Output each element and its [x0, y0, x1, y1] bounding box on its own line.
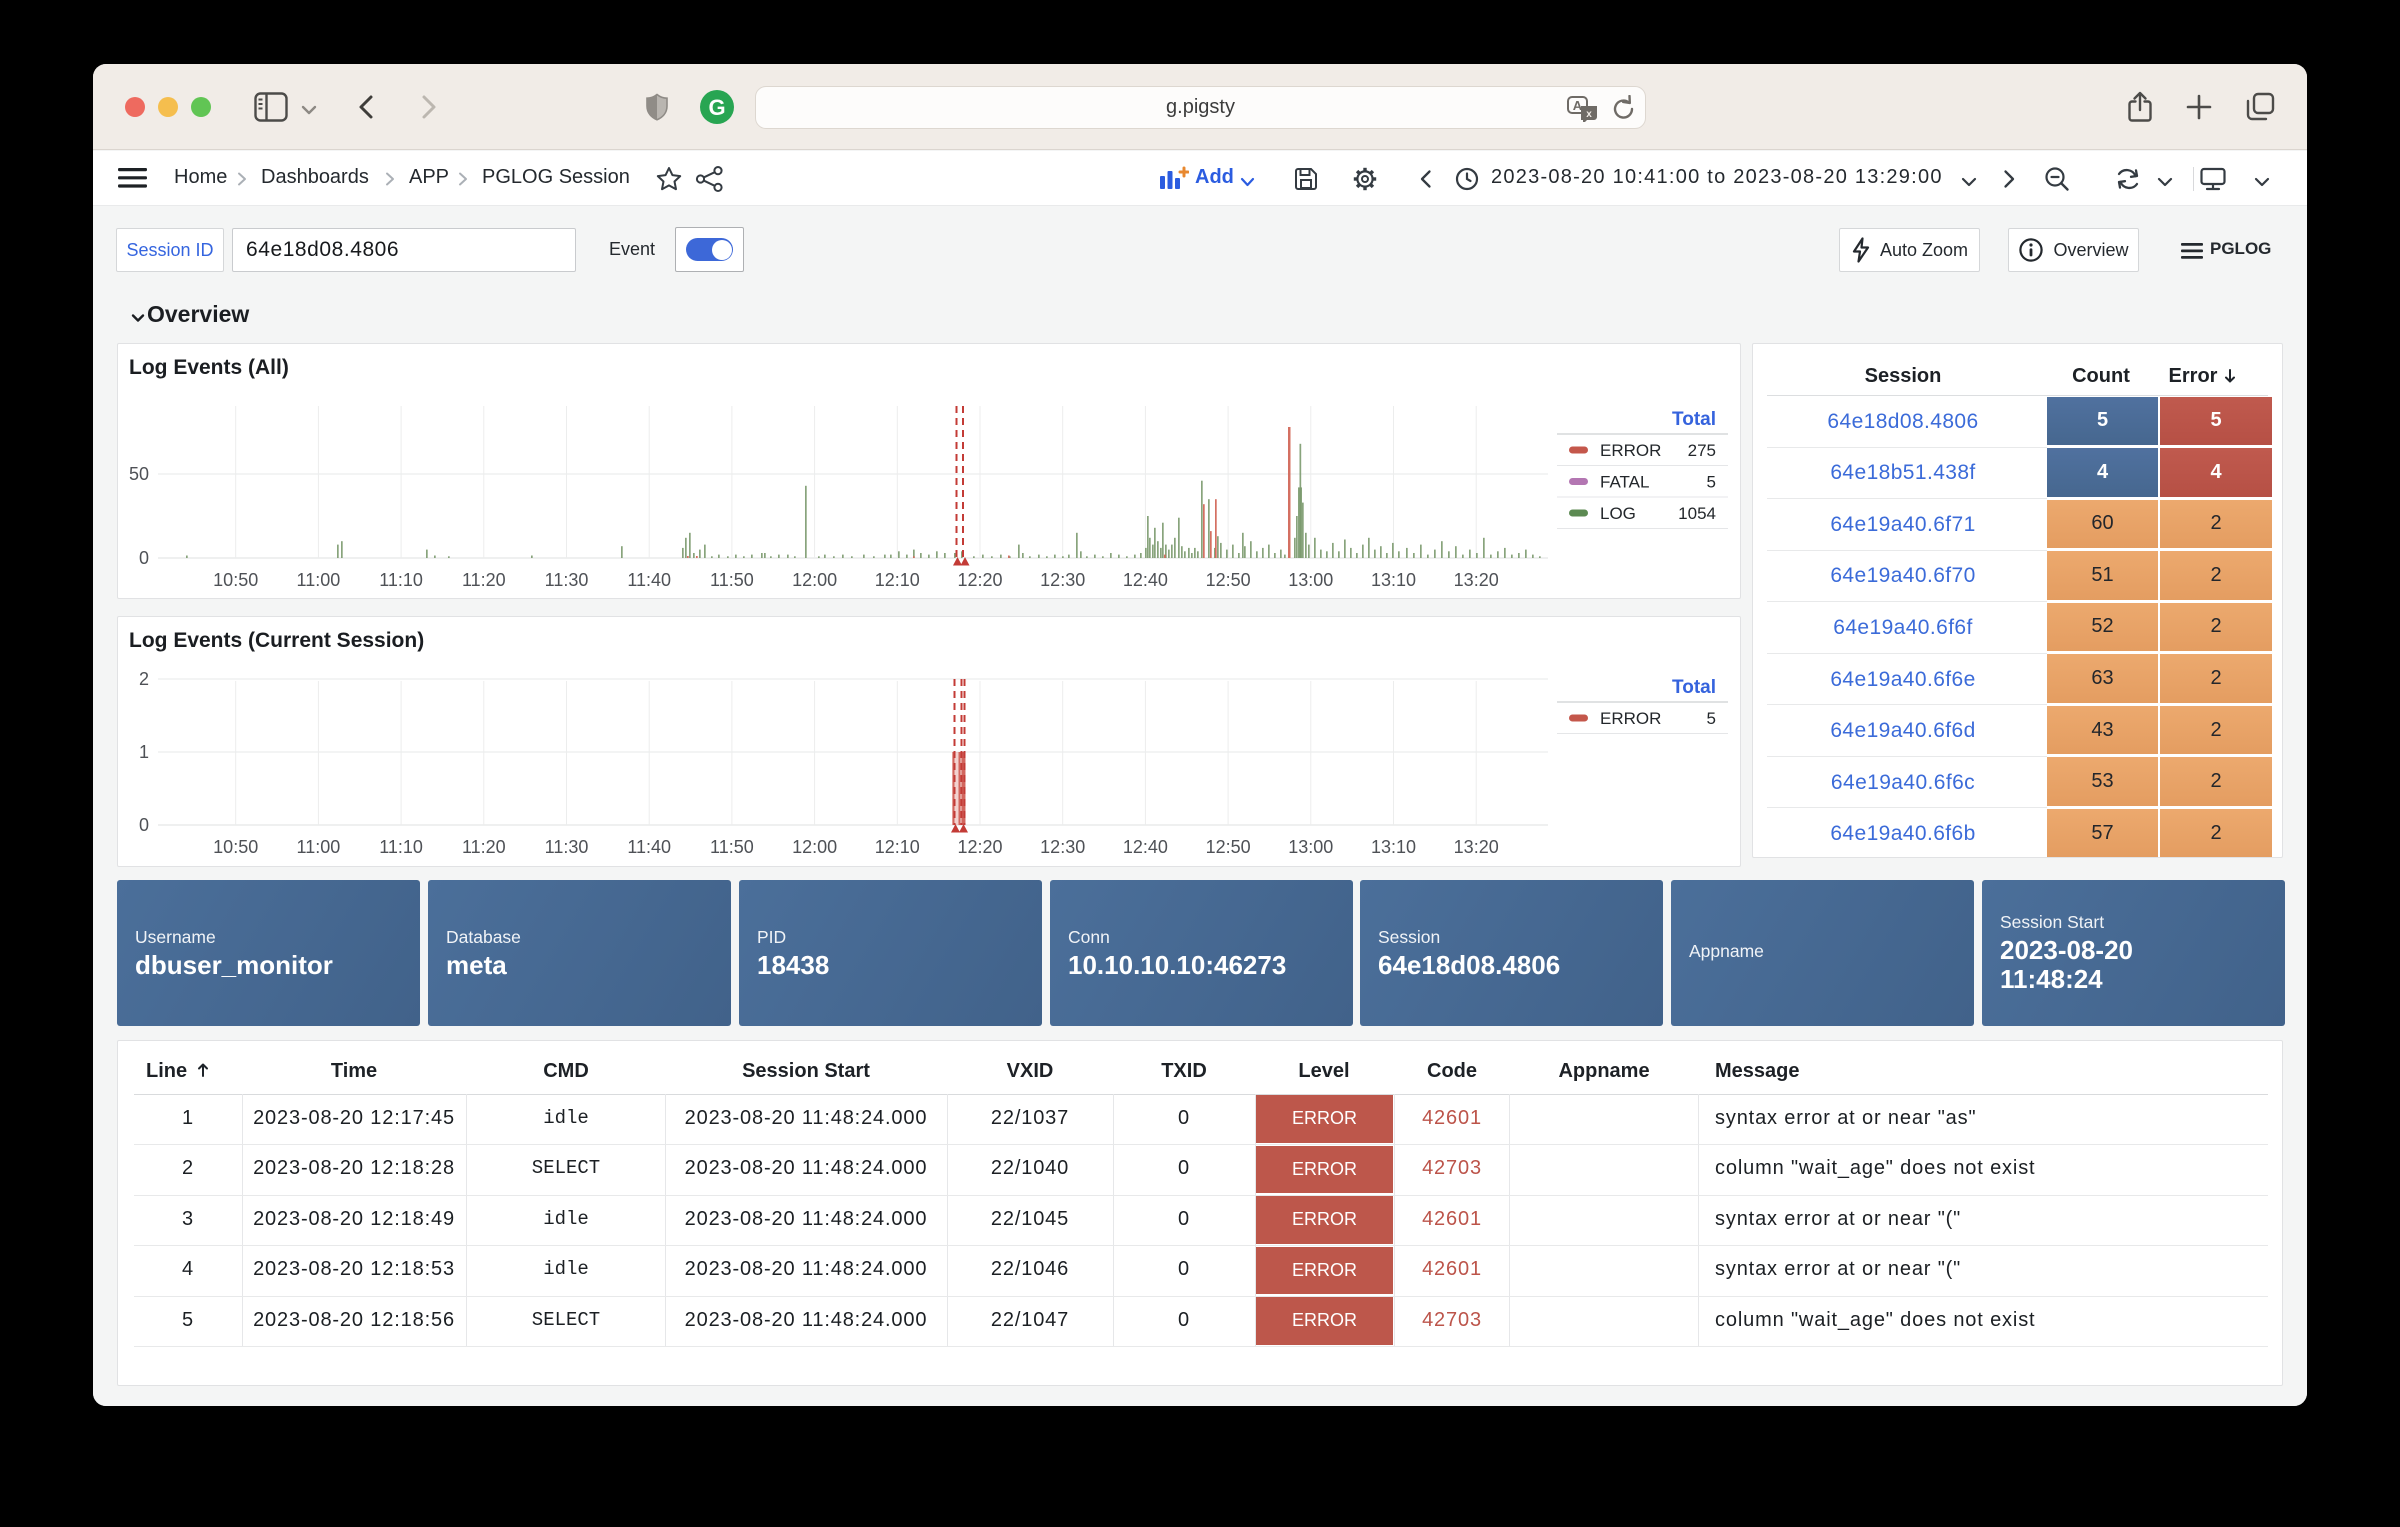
svg-text:13:10: 13:10: [1371, 570, 1416, 590]
svg-text:12:10: 12:10: [875, 837, 920, 857]
svg-text:13:20: 13:20: [1454, 837, 1499, 857]
svg-text:12:20: 12:20: [957, 570, 1002, 590]
svg-text:10:50: 10:50: [213, 570, 258, 590]
svg-text:11:30: 11:30: [545, 570, 589, 590]
svg-text:12:50: 12:50: [1206, 837, 1251, 857]
svg-text:50: 50: [129, 464, 149, 484]
svg-text:12:30: 12:30: [1040, 837, 1085, 857]
svg-text:13:00: 13:00: [1288, 570, 1333, 590]
svg-text:12:40: 12:40: [1123, 837, 1168, 857]
svg-text:ERROR: ERROR: [1600, 441, 1661, 460]
svg-text:FATAL: FATAL: [1600, 473, 1649, 492]
svg-text:1: 1: [139, 742, 149, 762]
svg-text:11:20: 11:20: [462, 837, 506, 857]
svg-text:5: 5: [1707, 709, 1716, 728]
svg-text:12:10: 12:10: [875, 570, 920, 590]
svg-text:12:50: 12:50: [1206, 570, 1251, 590]
svg-text:13:00: 13:00: [1288, 837, 1333, 857]
svg-text:G: G: [708, 95, 725, 120]
svg-text:11:10: 11:10: [379, 837, 423, 857]
svg-text:12:00: 12:00: [792, 570, 837, 590]
svg-text:11:30: 11:30: [545, 837, 589, 857]
svg-text:0: 0: [139, 815, 149, 835]
svg-text:12:20: 12:20: [957, 837, 1002, 857]
svg-text:13:10: 13:10: [1371, 837, 1416, 857]
svg-text:11:00: 11:00: [297, 570, 341, 590]
svg-text:11:50: 11:50: [710, 570, 754, 590]
svg-text:Total: Total: [1672, 409, 1716, 430]
svg-text:11:40: 11:40: [627, 570, 671, 590]
svg-text:11:40: 11:40: [627, 837, 671, 857]
svg-text:11:20: 11:20: [462, 570, 506, 590]
svg-text:10:50: 10:50: [213, 837, 258, 857]
svg-text:Total: Total: [1672, 677, 1716, 698]
svg-text:2: 2: [139, 669, 149, 689]
svg-text:1054: 1054: [1678, 504, 1716, 523]
svg-text:11:00: 11:00: [297, 837, 341, 857]
svg-text:11:10: 11:10: [379, 570, 423, 590]
svg-text:5: 5: [1707, 473, 1716, 492]
svg-text:x: x: [1586, 109, 1592, 120]
svg-text:ERROR: ERROR: [1600, 709, 1661, 728]
svg-text:13:20: 13:20: [1454, 570, 1499, 590]
svg-text:12:30: 12:30: [1040, 570, 1085, 590]
svg-text:12:00: 12:00: [792, 837, 837, 857]
svg-text:LOG: LOG: [1600, 504, 1636, 523]
svg-text:275: 275: [1688, 441, 1716, 460]
svg-text:12:40: 12:40: [1123, 570, 1168, 590]
svg-text:0: 0: [139, 548, 149, 568]
svg-text:11:50: 11:50: [710, 837, 754, 857]
